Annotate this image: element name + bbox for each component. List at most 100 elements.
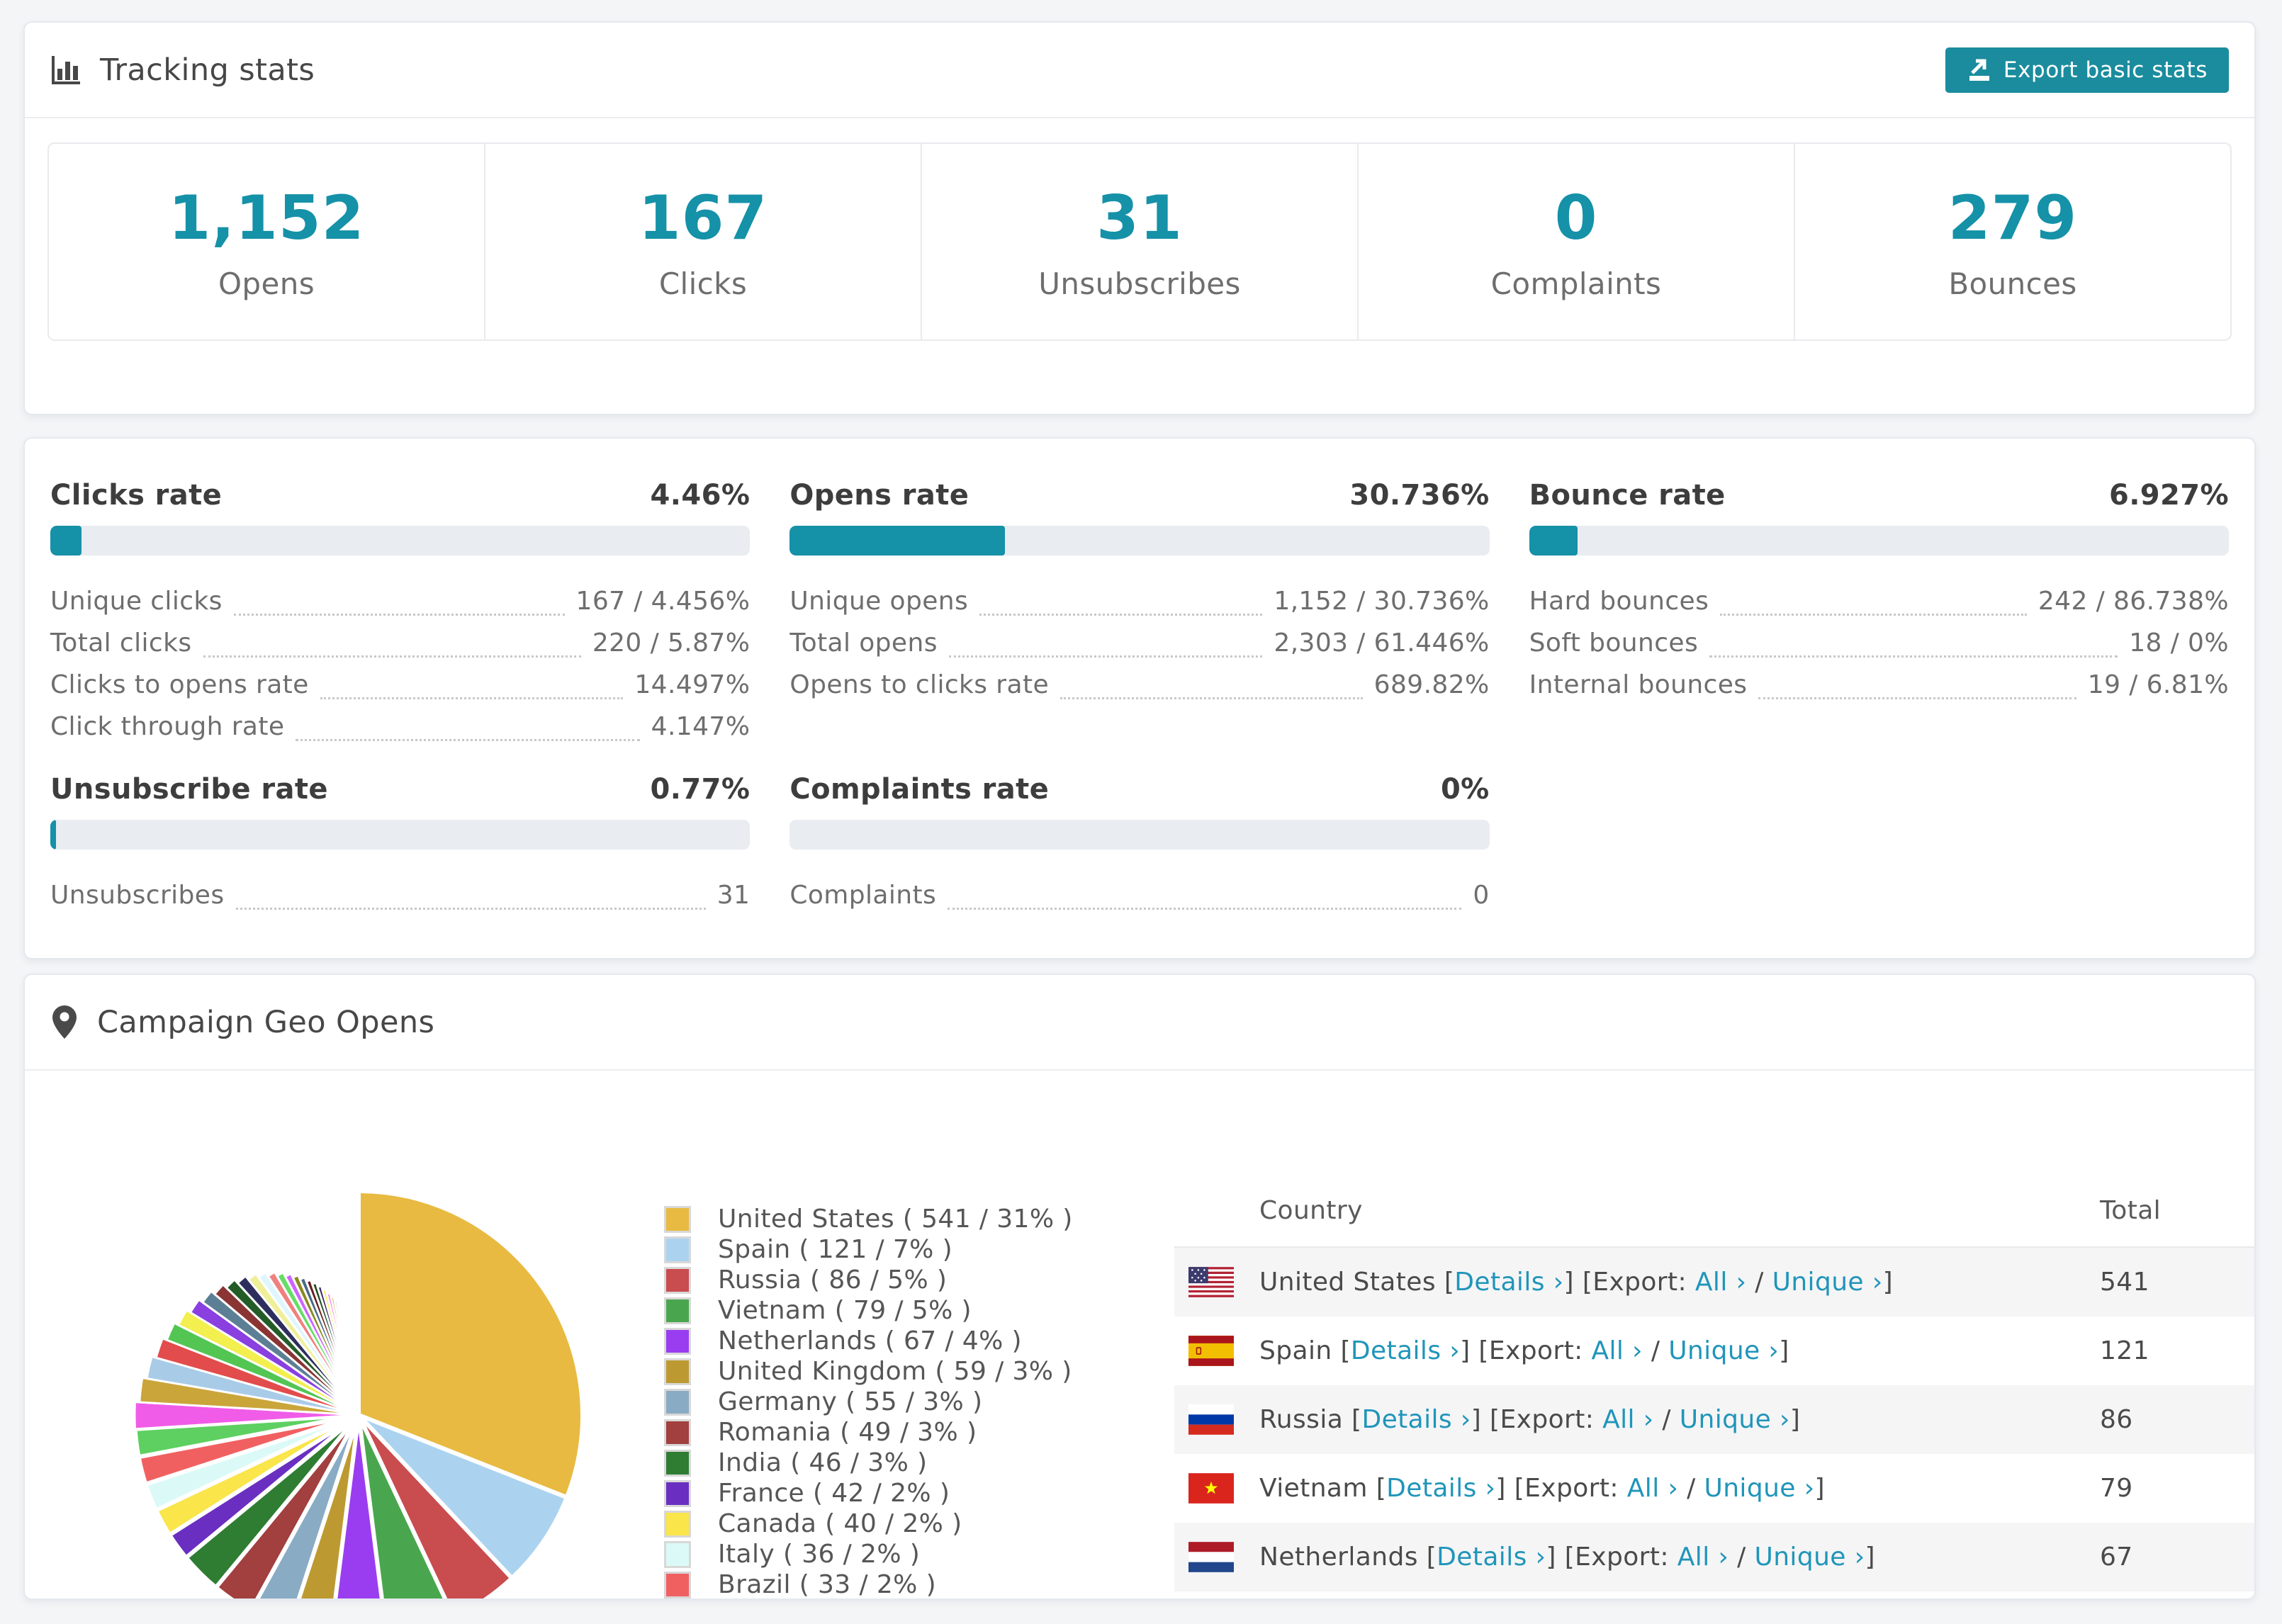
legend-label: Netherlands ( 67 / 4% ) [718, 1326, 1023, 1355]
summary-stats-row: 1,152 Opens 167 Clicks 31 Unsubscribes 0 Compla… [47, 142, 2232, 341]
rate-value: 6.927% [2108, 479, 2229, 512]
progress-bar [50, 526, 751, 556]
details-link[interactable]: Details [1386, 1474, 1477, 1503]
export-unique-link[interactable]: Unique [1680, 1405, 1771, 1434]
rate-row-value: 4.147% [651, 712, 751, 741]
stat-label: Clicks [658, 266, 748, 301]
progress-bar [1529, 526, 2229, 556]
rate-row-value: 18 / 0% [2129, 628, 2229, 658]
legend-item: Netherlands ( 67 / 4% ) [664, 1326, 1073, 1356]
export-basic-stats-button[interactable]: Export basic stats [1945, 47, 2229, 93]
geo-legend: United States ( 541 / 31% ) Spain ( 121 /… [664, 1204, 1073, 1599]
rate-row-label: Soft bounces [1529, 628, 1699, 658]
rate-detail-row: Click through rate 4.147% [50, 713, 750, 741]
stat-value: 1,152 [168, 182, 365, 254]
geo-table-rows: United States [Details ›] [Export: All ›… [1174, 1248, 2254, 1598]
legend-item: Canada ( 40 / 2% ) [664, 1509, 1073, 1539]
geo-table-row: Russia [Details ›] [Export: All › / Uniq… [1174, 1385, 2254, 1454]
dotted-leader [320, 676, 624, 699]
rate-panel-unsubscribe-rate: Unsubscribe rate 0.77% Unsubscribes 31 [50, 773, 751, 910]
details-link[interactable]: Details [1454, 1268, 1545, 1297]
export-unique-link[interactable]: Unique [1772, 1268, 1864, 1297]
stat-label: Complaints [1490, 266, 1662, 301]
rate-value: 0.77% [650, 773, 751, 806]
rate-detail-row: Clicks to opens rate 14.497% [50, 671, 750, 699]
export-all-link[interactable]: All [1602, 1405, 1635, 1434]
campaign-geo-opens-title: Campaign Geo Opens [97, 1004, 435, 1040]
progress-bar [789, 526, 1490, 556]
rate-title: Opens rate [789, 479, 969, 512]
rate-row-value: 19 / 6.81% [2087, 670, 2229, 699]
legend-label: Russia ( 86 / 5% ) [718, 1265, 948, 1295]
stat-value: 0 [1554, 182, 1598, 254]
export-unique-link[interactable]: Unique [1754, 1543, 1845, 1572]
details-link[interactable]: Details [1437, 1543, 1527, 1572]
geo-table-row: United Kingdom [Details ›] [Export: All … [1174, 1591, 2254, 1598]
export-unique-link[interactable]: Unique [1668, 1336, 1760, 1365]
rate-title: Complaints rate [789, 773, 1050, 806]
rate-row-label: Internal bounces [1529, 670, 1748, 699]
legend-label: France ( 42 / 2% ) [718, 1479, 950, 1508]
legend-item: United Kingdom ( 59 / 3% ) [664, 1356, 1073, 1387]
bar-chart-icon [50, 55, 82, 86]
rate-row-label: Opens to clicks rate [789, 670, 1050, 699]
geo-table-row: United States [Details ›] [Export: All ›… [1174, 1248, 2254, 1316]
rate-row-value: 2,303 / 61.446% [1274, 628, 1490, 658]
legend-item: Brazil ( 33 / 2% ) [664, 1569, 1073, 1599]
country-flag-icon-nl [1188, 1542, 1234, 1572]
rate-detail-row: Unique clicks 167 / 4.456% [50, 587, 750, 616]
legend-item: France ( 42 / 2% ) [664, 1478, 1073, 1509]
legend-swatch [664, 1479, 691, 1507]
legend-swatch [664, 1358, 691, 1385]
details-link[interactable]: Details [1361, 1405, 1452, 1434]
tracking-stats-card: Tracking stats Export basic stats 1,152 O… [23, 21, 2256, 415]
tracking-stats-title: Tracking stats [100, 52, 315, 88]
legend-item: Vietnam ( 79 / 5% ) [664, 1295, 1073, 1326]
stat-cell-unsubscribes: 31 Unsubscribes [922, 144, 1359, 339]
geo-table-header-row: Country Total [1174, 1071, 2254, 1248]
campaign-geo-opens-card: Campaign Geo Opens United States ( 541 /… [23, 974, 2256, 1600]
export-all-link[interactable]: All [1695, 1268, 1728, 1297]
country-name: Spain [1259, 1336, 1341, 1365]
dotted-leader [1709, 634, 2118, 658]
rate-detail-row: Hard bounces 242 / 86.738% [1529, 587, 2229, 616]
legend-label: Spain ( 121 / 7% ) [718, 1235, 953, 1264]
legend-swatch [664, 1297, 691, 1324]
dotted-leader [235, 886, 706, 910]
dotted-leader [233, 592, 565, 616]
stat-cell-bounces: 279 Bounces [1795, 144, 2230, 339]
rate-row-label: Total clicks [50, 628, 192, 658]
export-unique-link[interactable]: Unique [1704, 1474, 1795, 1503]
dotted-leader [948, 886, 1462, 910]
tracking-stats-header: Tracking stats Export basic stats [25, 23, 2254, 118]
legend-item: Romania ( 49 / 3% ) [664, 1417, 1073, 1448]
progress-bar [789, 820, 1490, 850]
details-link[interactable]: Details [1351, 1336, 1441, 1365]
geo-table: Country Total United States [Details ›] … [1174, 1071, 2254, 1598]
rate-panel-bounce-rate: Bounce rate 6.927% Hard bounces 242 / 86.73… [1529, 480, 2229, 741]
legend-swatch [664, 1236, 691, 1263]
legend-swatch [664, 1388, 691, 1416]
stat-cell-complaints: 0 Complaints [1359, 144, 1795, 339]
stat-value: 31 [1096, 182, 1183, 254]
rate-detail-row: Opens to clicks rate 689.82% [789, 671, 1489, 699]
legend-swatch [664, 1205, 691, 1233]
stat-value: 279 [1947, 182, 2078, 254]
rate-row-value: 0 [1473, 881, 1490, 910]
export-all-link[interactable]: All [1677, 1543, 1710, 1572]
progress-fill [50, 820, 56, 850]
map-pin-icon [50, 1005, 79, 1040]
legend-item: Germany ( 55 / 3% ) [664, 1387, 1073, 1417]
legend-label: Brazil ( 33 / 2% ) [718, 1570, 937, 1599]
campaign-geo-opens-header: Campaign Geo Opens [25, 975, 2254, 1071]
export-all-link[interactable]: All [1627, 1474, 1660, 1503]
legend-item: Italy ( 36 / 2% ) [664, 1539, 1073, 1569]
rate-row-label: Unique opens [789, 587, 969, 616]
geo-table-row: Netherlands [Details ›] [Export: All › /… [1174, 1523, 2254, 1591]
country-name: United States [1259, 1268, 1444, 1297]
export-all-link[interactable]: All [1592, 1336, 1624, 1365]
country-name: Netherlands [1259, 1543, 1427, 1572]
rate-row-value: 167 / 4.456% [575, 587, 751, 616]
rate-row-label: Unique clicks [50, 587, 223, 616]
legend-label: Romania ( 49 / 3% ) [718, 1418, 977, 1447]
